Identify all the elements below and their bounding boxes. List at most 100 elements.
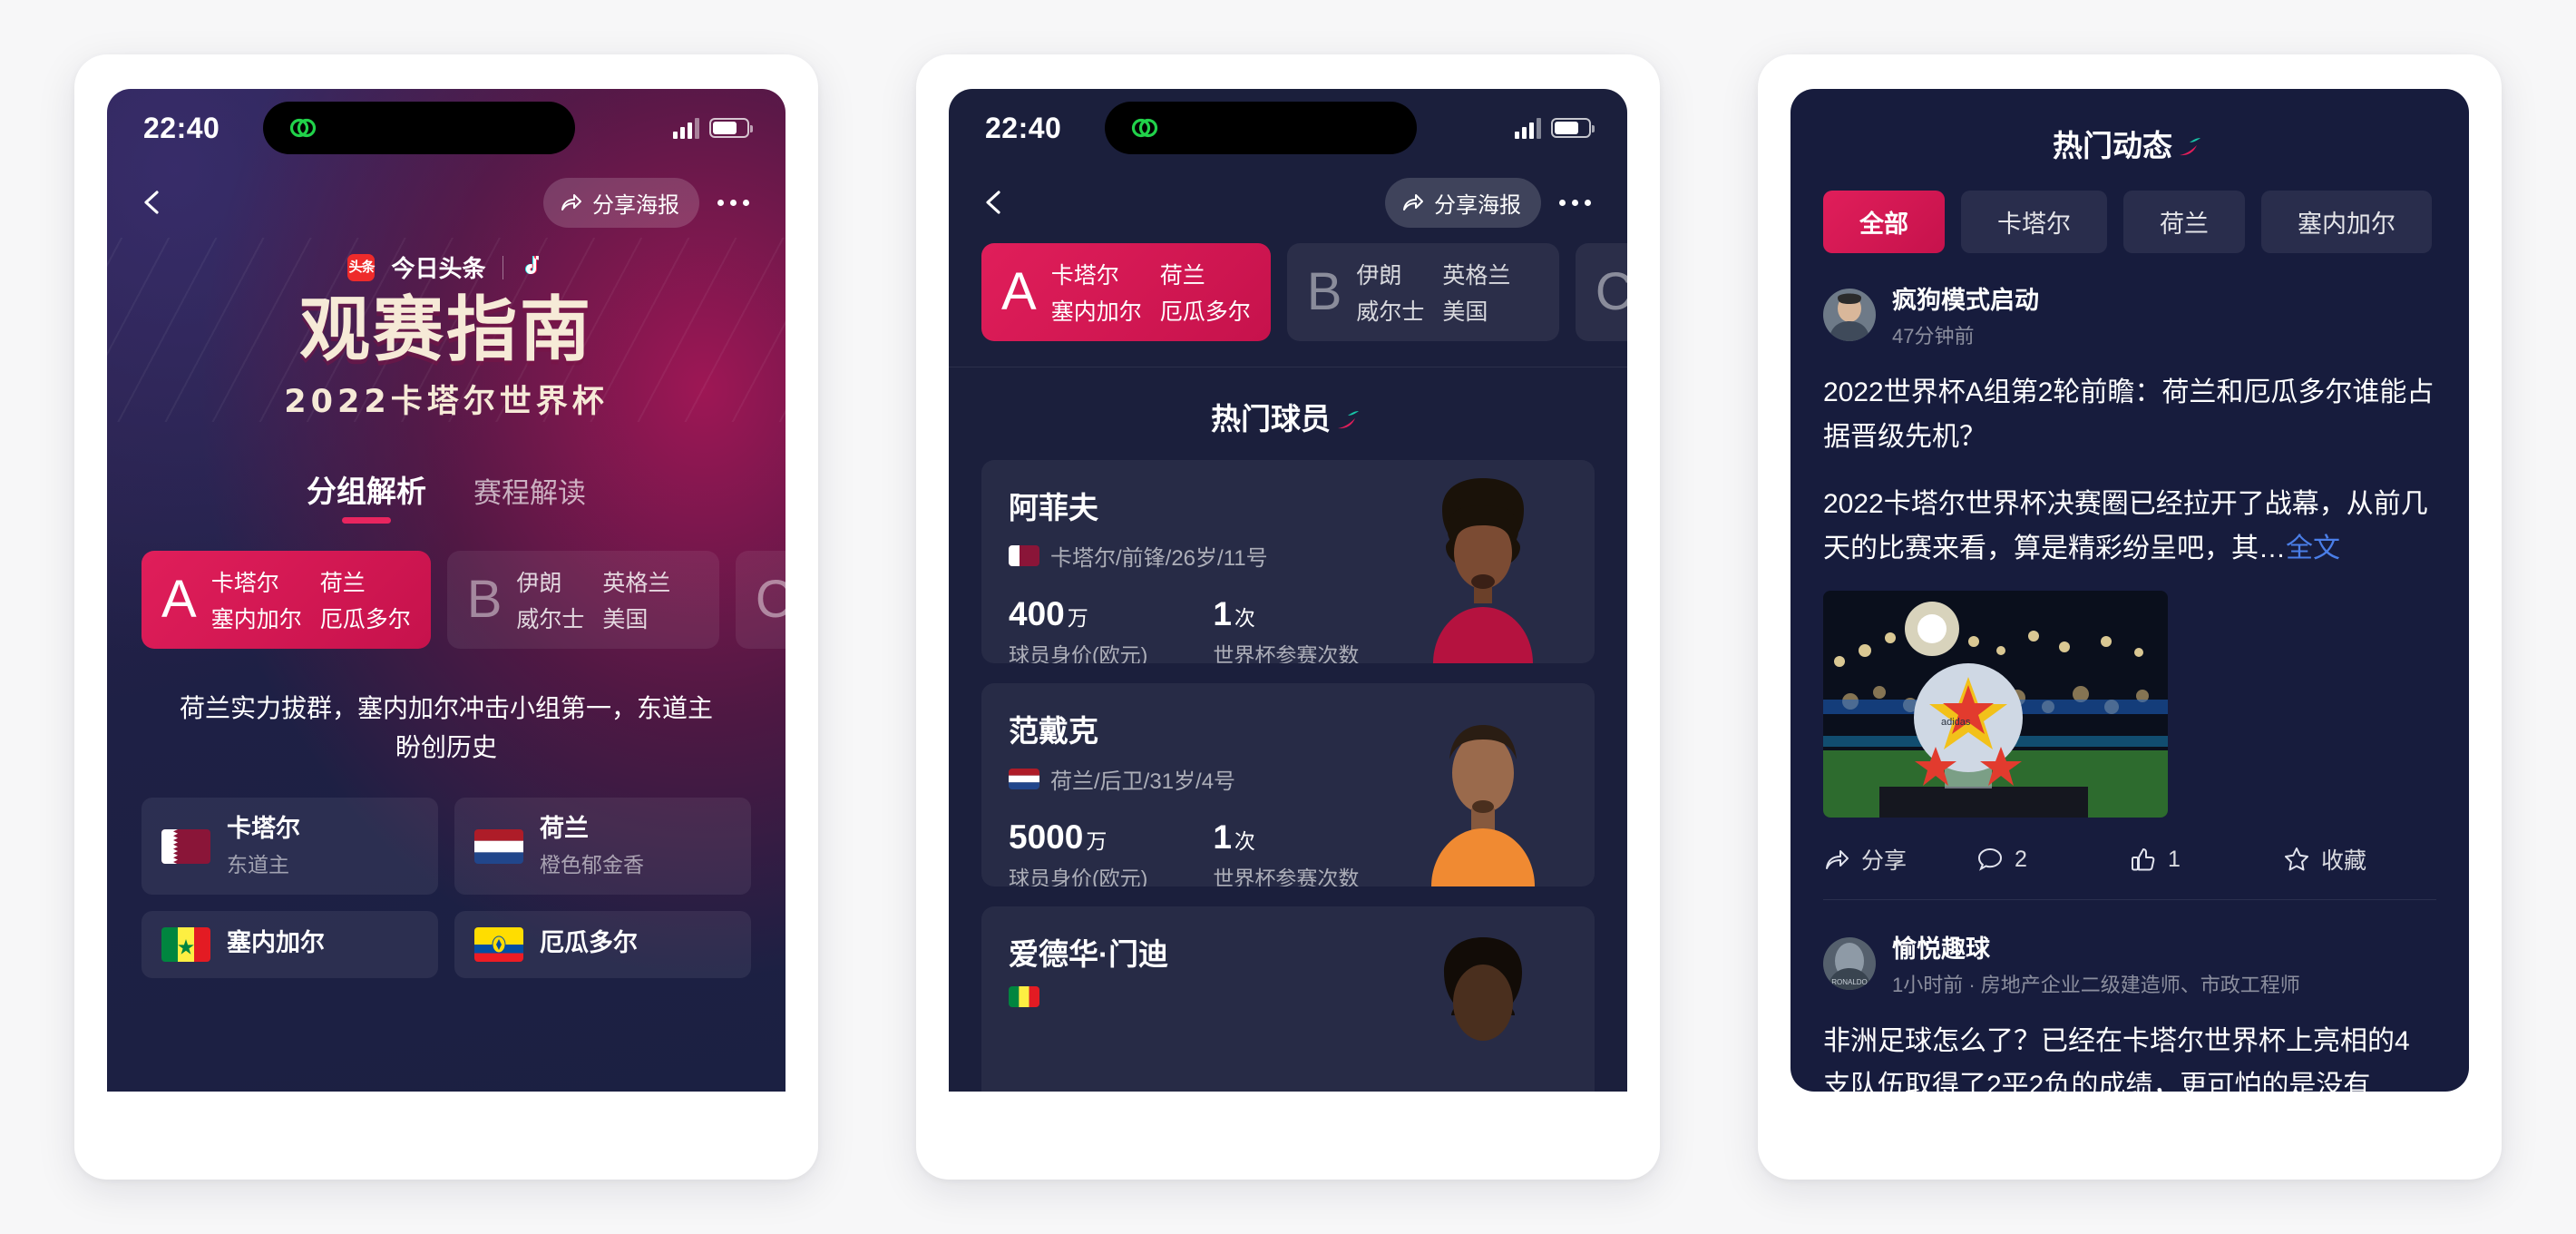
group-team: 威尔士 <box>1356 299 1425 325</box>
chip-senegal[interactable]: 塞内加尔 <box>2261 191 2432 253</box>
status-time: 22:40 <box>985 111 1062 144</box>
svg-text:adidas: adidas <box>1941 717 1971 728</box>
team-name: 厄瓜多尔 <box>540 928 638 956</box>
group-team-names: 卡塔尔 荷兰 塞内加尔 厄瓜多尔 <box>1051 258 1251 327</box>
team-tag: 橙色郁金香 <box>540 852 644 877</box>
player-value-label: 球员身价(欧元) <box>1009 643 1148 663</box>
phone-mockup-1: 22:40 分享海报 头条 今日头条 观赛指南 2022卡塔尔世界杯 分组解析 … <box>74 54 818 1180</box>
post-author-name[interactable]: 愉悦趣球 <box>1892 929 2300 965</box>
status-bar: 22:40 <box>107 89 785 167</box>
group-card-b[interactable]: B 伊朗 英格兰 威尔士 美国 <box>1286 243 1559 341</box>
senegal-flag <box>1009 986 1039 1007</box>
post-title[interactable]: 非洲足球怎么了？已经在卡塔尔世界杯上亮相的4支队伍取得了2平2负的成绩，更可怕的… <box>1823 1020 2436 1092</box>
player-card[interactable]: 爱德华·门迪 <box>981 906 1595 1092</box>
chip-qatar[interactable]: 卡塔尔 <box>1961 191 2107 253</box>
player-meta <box>1009 986 1595 1007</box>
post-author-name[interactable]: 疯狗模式启动 <box>1892 280 2039 316</box>
signal-icon <box>1515 117 1541 139</box>
team-name: 塞内加尔 <box>227 928 325 956</box>
post-like-count: 1 <box>2168 846 2181 872</box>
group-team: 塞内加尔 <box>210 606 302 632</box>
player-meta-text: 荷兰/后卫/31岁/4号 <box>1050 769 1236 794</box>
group-letter: C <box>755 569 785 629</box>
status-indicators <box>1515 117 1595 139</box>
share-arrow-icon <box>1403 194 1423 211</box>
swoosh-icon <box>2180 138 2200 156</box>
player-stats: 5000 万 球员身价(欧元) 1次 世界杯参赛次数 <box>1009 818 1595 886</box>
tab-schedule[interactable]: 赛程解读 <box>473 470 586 524</box>
phone1-nav-right: 分享海报 <box>543 177 755 228</box>
post-author-block: 疯狗模式启动 47分钟前 <box>1892 280 2039 349</box>
post-image[interactable]: adidas <box>1823 591 2168 818</box>
team-card[interactable]: 塞内加尔 <box>141 910 438 978</box>
phone1-group-strip[interactable]: A 卡塔尔 荷兰 塞内加尔 厄瓜多尔 B 伊朗 英格兰 威尔士 美国 C <box>107 524 785 649</box>
back-chevron-icon[interactable] <box>980 187 1010 218</box>
post-timestamp: 47分钟前 <box>1892 325 1975 348</box>
team-card[interactable]: 荷兰 橙色郁金香 <box>454 798 751 895</box>
player-caps-stat: 1次 世界杯参赛次数 <box>1213 595 1359 663</box>
share-arrow-icon <box>1826 850 1849 870</box>
hero-title: 观赛指南 <box>298 289 593 371</box>
chip-netherlands[interactable]: 荷兰 <box>2123 191 2245 253</box>
group-team: 荷兰 <box>1159 263 1205 289</box>
group-team: 厄瓜多尔 <box>319 606 411 632</box>
group-card-c[interactable]: C <box>735 550 785 649</box>
group-card-a[interactable]: A 卡塔尔 荷兰 塞内加尔 厄瓜多尔 <box>981 243 1271 341</box>
player-card[interactable]: 范戴克 荷兰/后卫/31岁/4号 5000 万 球员身价(欧元) 1 次 世界杯… <box>981 683 1595 886</box>
phone2-nav-right: 分享海报 <box>1385 177 1596 228</box>
player-name: 爱德华·门迪 <box>1009 937 1168 971</box>
avatar[interactable] <box>1823 289 1876 341</box>
post-header: RONALDO 愉悦趣球 1小时前 · 房地产企业二级建造师、市政工程师 <box>1823 929 2436 998</box>
phone1-tabs: 分组解析 赛程解读 <box>107 467 785 524</box>
team-name: 卡塔尔 <box>227 815 300 843</box>
group-team: 美国 <box>602 606 649 632</box>
dynamic-island <box>1105 102 1417 154</box>
battery-icon <box>709 118 753 138</box>
post-share-action[interactable]: 分享 <box>1823 843 1976 876</box>
read-more-link[interactable]: 全文 <box>2286 534 2340 563</box>
team-card[interactable]: 卡塔尔 东道主 <box>141 798 438 895</box>
phone1-navbar: 分享海报 <box>107 167 785 238</box>
player-card[interactable]: 阿菲夫 卡塔尔/前锋/26岁/11号 400 万 球员身价(欧元) 1 次 世界… <box>981 460 1595 663</box>
post-like-action[interactable]: 1 <box>2130 846 2283 873</box>
group-team: 卡塔尔 <box>210 570 279 596</box>
share-poster-button[interactable]: 分享海报 <box>1385 177 1541 228</box>
share-poster-label: 分享海报 <box>1434 192 1521 218</box>
player-value: 400 万 <box>1009 595 1088 632</box>
battery-icon <box>1551 118 1595 138</box>
toutiao-brand-name: 今日头条 <box>391 255 486 282</box>
team-card[interactable]: 厄瓜多尔 <box>454 910 751 978</box>
player-caps: 1次 <box>1213 818 1255 856</box>
team-card-text: 塞内加尔 <box>227 928 325 961</box>
group-letter: C <box>1595 262 1627 321</box>
team-tag: 东道主 <box>227 852 289 877</box>
tab-group-analysis[interactable]: 分组解析 <box>307 467 426 524</box>
post-comment-action[interactable]: 2 <box>1976 846 2130 873</box>
phone3-screen: 热门动态 全部 卡塔尔 荷兰 塞内加尔 疯狗模式启动 47分钟前 2022世界杯… <box>1791 89 2469 1092</box>
avatar[interactable]: RONALDO <box>1823 937 1876 991</box>
chip-all[interactable]: 全部 <box>1823 191 1945 253</box>
group-card-b[interactable]: B 伊朗 英格兰 威尔士 美国 <box>446 550 719 649</box>
group-team: 厄瓜多尔 <box>1159 299 1251 325</box>
post-title[interactable]: 2022世界杯A组第2轮前瞻：荷兰和厄瓜多尔谁能占据晋级先机？ <box>1823 371 2436 459</box>
dynamic-island <box>263 102 575 154</box>
phone3-header: 热门动态 <box>1791 89 2469 165</box>
player-card-body: 爱德华·门迪 <box>981 906 1595 1007</box>
qatar-flag <box>1009 545 1039 566</box>
swoosh-icon <box>1338 411 1359 429</box>
phone3-filter-chips[interactable]: 全部 卡塔尔 荷兰 塞内加尔 <box>1791 165 2469 253</box>
back-chevron-icon[interactable] <box>138 187 169 218</box>
more-dots-icon[interactable] <box>717 199 755 206</box>
group-team: 威尔士 <box>516 606 585 632</box>
comment-bubble-icon <box>1977 848 2003 872</box>
share-poster-label: 分享海报 <box>592 192 679 218</box>
phone2-group-strip[interactable]: A 卡塔尔 荷兰 塞内加尔 厄瓜多尔 B 伊朗 英格兰 威尔士 美国 C <box>949 238 1627 341</box>
group-card-a[interactable]: A 卡塔尔 荷兰 塞内加尔 厄瓜多尔 <box>141 550 431 649</box>
douyin-logo-icon <box>524 255 539 274</box>
phone1-hero: 头条 今日头条 观赛指南 2022卡塔尔世界杯 <box>107 238 785 422</box>
group-card-c[interactable]: C <box>1575 243 1627 341</box>
hot-players-title-text: 热门球员 <box>1211 402 1331 436</box>
share-poster-button[interactable]: 分享海报 <box>543 177 699 228</box>
more-dots-icon[interactable] <box>1559 199 1596 206</box>
post-collect-action[interactable]: 收藏 <box>2283 843 2436 876</box>
